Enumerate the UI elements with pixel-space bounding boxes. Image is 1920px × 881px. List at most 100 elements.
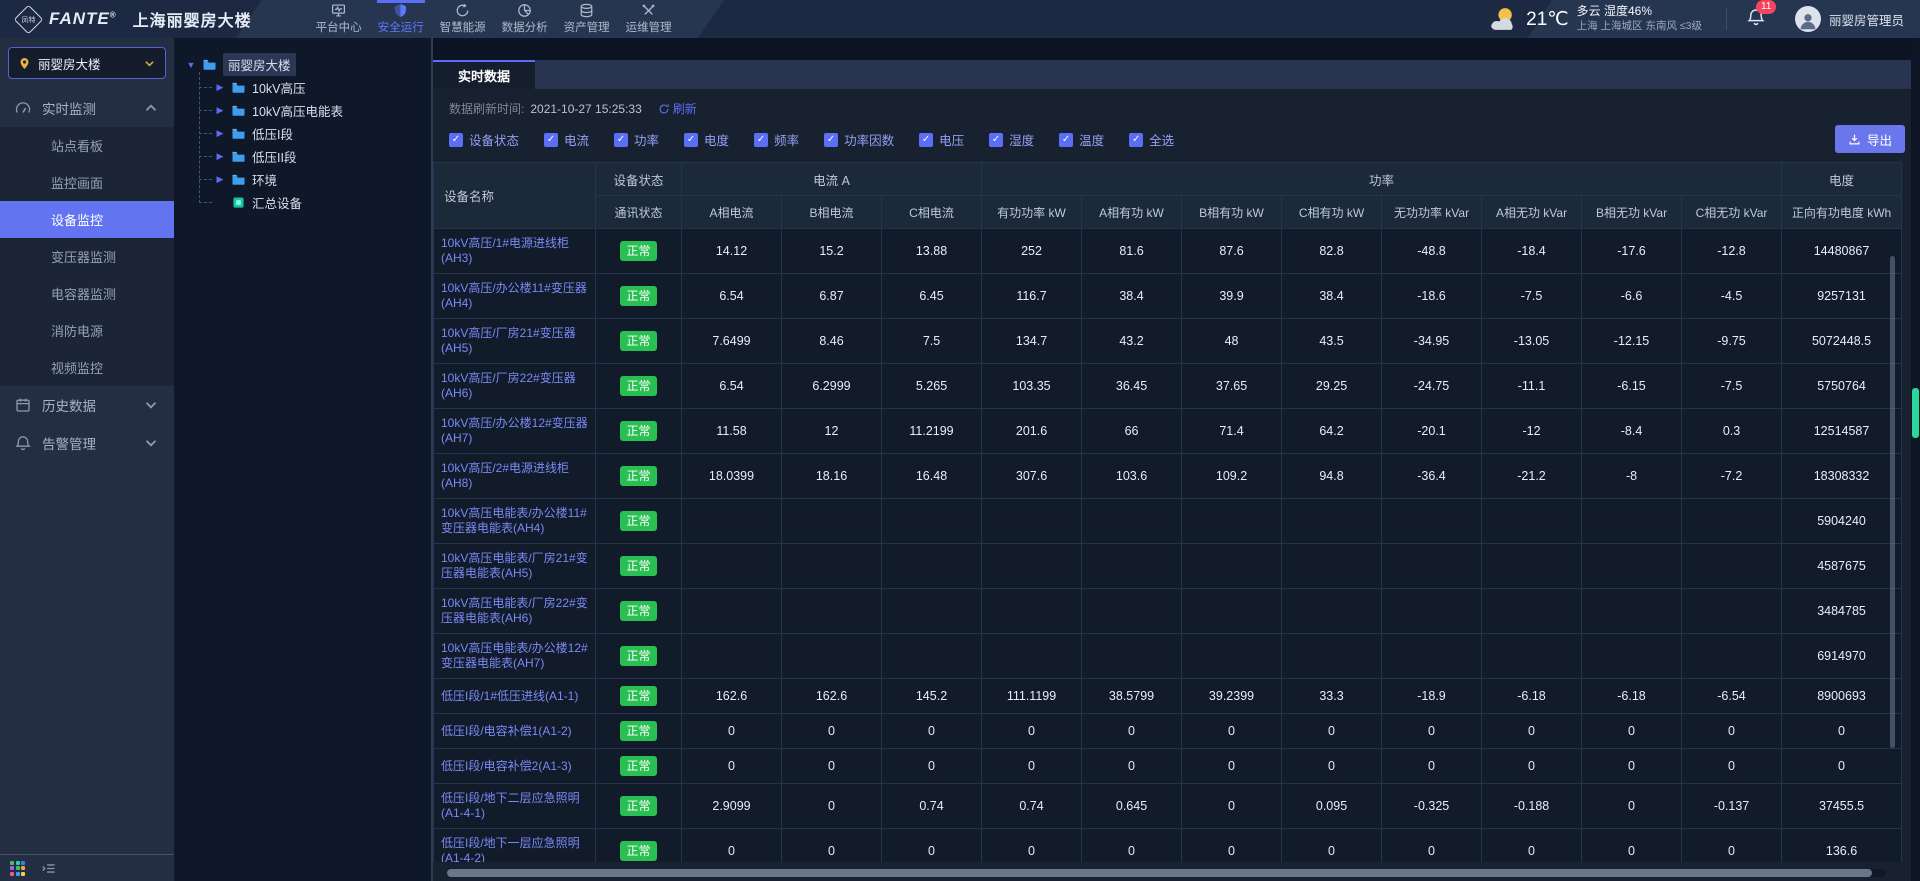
caret-expanded-icon[interactable]: ▼ [186, 60, 196, 70]
checkbox-checked-icon[interactable]: ✓ [919, 133, 933, 147]
device-link[interactable]: 10kV高压/1#电源进线柜(AH3) [441, 236, 569, 265]
filter-frequency[interactable]: ✓频率 [754, 130, 799, 149]
value-cell: -6.54 [1682, 679, 1782, 714]
checkbox-checked-icon[interactable]: ✓ [614, 133, 628, 147]
filter-power[interactable]: ✓功率 [614, 130, 659, 149]
weather-humidity: 湿度46% [1604, 4, 1652, 18]
energy-icon [455, 3, 470, 18]
apps-grid-icon[interactable] [10, 861, 25, 876]
device-link[interactable]: 10kV高压电能表/办公楼12#变压器电能表(AH7) [441, 641, 588, 670]
device-link[interactable]: 10kV高压/厂房21#变压器(AH5) [441, 326, 576, 355]
caret-collapsed-icon[interactable]: ▶ [215, 82, 225, 93]
checkbox-checked-icon[interactable]: ✓ [684, 133, 698, 147]
export-button[interactable]: 导出 [1835, 125, 1905, 153]
column-header: C相电流 [882, 196, 982, 229]
device-link[interactable]: 10kV高压电能表/办公楼11#变压器电能表(AH4) [441, 506, 587, 535]
filter-voltage[interactable]: ✓电压 [919, 130, 964, 149]
status-cell: 正常 [596, 499, 682, 544]
value-cell: -7.2 [1682, 454, 1782, 499]
filter-humidity[interactable]: ✓湿度 [989, 130, 1034, 149]
horizontal-scrollbar-thumb[interactable] [447, 869, 1872, 877]
sidebar-item-video-monitor[interactable]: 视频监控 [0, 349, 174, 386]
device-link[interactable]: 10kV高压/厂房22#变压器(AH6) [441, 371, 576, 400]
device-link[interactable]: 10kV高压电能表/厂房22#变压器电能表(AH6) [441, 596, 588, 625]
filter-power-factor[interactable]: ✓功率因数 [824, 130, 894, 149]
table-scrollbar-thumb[interactable] [1890, 256, 1895, 748]
sidebar-menu-realtime-monitor[interactable]: 实时监测 [0, 89, 174, 127]
vertical-scrollbar-thumb[interactable] [1912, 388, 1919, 438]
notifications-button[interactable]: 11 [1747, 8, 1765, 31]
sidebar-item-capacitor-monitor[interactable]: 电容器监测 [0, 275, 174, 312]
caret-collapsed-icon[interactable]: ▶ [215, 128, 225, 139]
sidebar-menu-alarm-management[interactable]: 告警管理 [0, 424, 174, 462]
device-link[interactable]: 低压I段/地下二层应急照明(A1-4-1) [441, 791, 580, 820]
nav-item-ops[interactable]: 运维管理 [618, 0, 680, 38]
tree-node-lv-section-1[interactable]: ▶低压I段 [199, 122, 425, 145]
nav-item-analysis[interactable]: 数据分析 [494, 0, 556, 38]
device-link[interactable]: 10kV高压电能表/厂房21#变压器电能表(AH5) [441, 551, 588, 580]
horizontal-scrollbar[interactable] [447, 869, 1886, 877]
value-cell: 29.25 [1282, 364, 1382, 409]
nav-item-energy[interactable]: 智慧能源 [432, 0, 494, 38]
status-badge: 正常 [620, 646, 656, 666]
device-link[interactable]: 低压I段/1#低压进线(A1-1) [441, 689, 578, 703]
device-link[interactable]: 10kV高压/办公楼11#变压器(AH4) [441, 281, 587, 310]
filter-temperature[interactable]: ✓温度 [1059, 130, 1104, 149]
value-cell: 116.7 [982, 274, 1082, 319]
site-selector[interactable]: 丽婴房大楼 [8, 47, 166, 79]
sidebar-item-monitor-screen[interactable]: 监控画面 [0, 164, 174, 201]
avatar[interactable] [1795, 6, 1821, 32]
collapse-menu-icon[interactable] [41, 861, 56, 876]
caret-collapsed-icon[interactable]: ▶ [215, 151, 225, 162]
table-header-group-row: 设备名称设备状态电流 A功率电度 [434, 163, 1902, 196]
sidebar-item-transformer-monitor[interactable]: 变压器监测 [0, 238, 174, 275]
value-cell [1682, 544, 1782, 589]
nav-item-safety[interactable]: 安全运行 [370, 0, 432, 38]
filter-current[interactable]: ✓电流 [544, 130, 589, 149]
value-cell: -6.6 [1582, 274, 1682, 319]
value-cell: 109.2 [1182, 454, 1282, 499]
checkbox-checked-icon[interactable]: ✓ [754, 133, 768, 147]
device-link[interactable]: 10kV高压/办公楼12#变压器(AH7) [441, 416, 588, 445]
checkbox-checked-icon[interactable]: ✓ [1129, 133, 1143, 147]
tree-node-summary-devices[interactable]: 汇总设备 [199, 191, 425, 214]
tree-node-10kv-hv[interactable]: ▶10kV高压 [199, 76, 425, 99]
device-link[interactable]: 10kV高压/2#电源进线柜(AH8) [441, 461, 569, 490]
sidebar-item-fire-power[interactable]: 消防电源 [0, 312, 174, 349]
sidebar-item-station-board[interactable]: 站点看板 [0, 127, 174, 164]
username[interactable]: 丽婴房管理员 [1829, 10, 1904, 29]
filter-device-status[interactable]: ✓设备状态 [449, 130, 519, 149]
refresh-button[interactable]: 刷新 [658, 100, 697, 117]
nav-item-platform[interactable]: 平台中心 [308, 0, 370, 38]
tree-node-lv-section-2[interactable]: ▶低压II段 [199, 145, 425, 168]
nav-item-asset[interactable]: 资产管理 [556, 0, 618, 38]
checkbox-checked-icon[interactable]: ✓ [824, 133, 838, 147]
column-header: A相无功 kVar [1482, 196, 1582, 229]
value-cell: 43.5 [1282, 319, 1382, 364]
value-cell [1482, 589, 1582, 634]
sidebar-item-device-monitor[interactable]: 设备监控 [0, 201, 174, 238]
tree-node-environment[interactable]: ▶环境 [199, 168, 425, 191]
value-cell: -13.05 [1482, 319, 1582, 364]
filter-energy[interactable]: ✓电度 [684, 130, 729, 149]
value-cell: 0 [1382, 829, 1482, 863]
value-cell: 18.0399 [682, 454, 782, 499]
filter-select-all[interactable]: ✓全选 [1129, 130, 1174, 149]
sidebar-menu-history-data[interactable]: 历史数据 [0, 386, 174, 424]
device-link[interactable]: 低压I段/电容补偿1(A1-2) [441, 724, 572, 738]
checkbox-checked-icon[interactable]: ✓ [544, 133, 558, 147]
caret-collapsed-icon[interactable]: ▶ [215, 105, 225, 116]
sidebar-menu-label: 实时监测 [42, 98, 96, 118]
checkbox-checked-icon[interactable]: ✓ [1059, 133, 1073, 147]
device-link[interactable]: 低压I段/地下一层应急照明(A1-4-2) [441, 836, 580, 862]
device-link[interactable]: 低压I段/电容补偿2(A1-3) [441, 759, 572, 773]
value-cell: 5904240 [1782, 499, 1902, 544]
checkbox-checked-icon[interactable]: ✓ [989, 133, 1003, 147]
caret-collapsed-icon[interactable]: ▶ [215, 174, 225, 185]
tab-realtime-data[interactable]: 实时数据 [433, 60, 535, 89]
checkbox-checked-icon[interactable]: ✓ [449, 133, 463, 147]
tree-node-10kv-hv-meters[interactable]: ▶10kV高压电能表 [199, 99, 425, 122]
value-cell: 81.6 [1082, 229, 1182, 274]
tree-node-building-root[interactable]: ▼丽婴房大楼 [186, 53, 425, 76]
value-cell: 0 [1182, 749, 1282, 784]
